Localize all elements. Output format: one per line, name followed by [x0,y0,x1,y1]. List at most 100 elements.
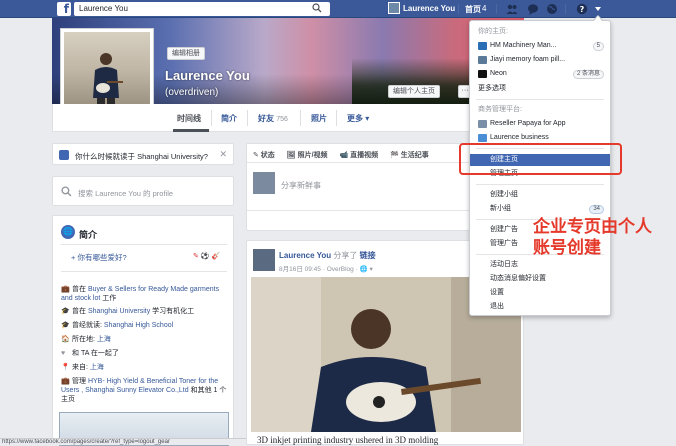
menu-item-page-hm-machinery[interactable]: HM Machinery Man... 5 [470,40,610,52]
menu-item-create-group[interactable]: 创建小组 [470,189,610,201]
menu-section-business: 商务管理平台: [478,106,522,113]
annotation-line-1: 企业专页由个人 [533,217,652,237]
composer-tab-photo-video[interactable]: 🖼 照片/视频 [287,152,328,159]
nav-divider [458,4,459,14]
nav-divider [565,4,566,14]
profile-search-input[interactable]: 搜索 Laurence You 的 profile [78,188,173,199]
menu-item-news-feed-preferences[interactable]: 动态消息偏好设置 [470,273,610,285]
menu-item-settings[interactable]: 设置 [470,287,610,299]
menu-item-new-groups[interactable]: 新小组 34 [470,203,610,215]
tab-about[interactable]: 简介 [221,113,237,124]
home-notification-count: 4 [482,4,487,13]
post-caption[interactable]: 3D inkjet printing industry ushered in 3… [257,435,438,445]
messages-icon[interactable] [527,3,539,15]
tab-friends-label: 好友 [258,114,274,123]
divider [476,184,604,185]
school-prompt-text: 你什么时候就读于 Shanghai University? [75,152,208,161]
avatar[interactable] [253,249,275,271]
profile-tabs-bar: 时间线 简介 好友 756 照片 更多 ▾ [52,104,524,132]
help-icon[interactable]: ? [576,3,588,15]
notifications-globe-icon[interactable] [546,3,558,15]
menu-item-reseller-papaya[interactable]: Reseller Papaya for App [470,118,610,130]
add-hobbies-link[interactable]: + 你有哪些爱好? [71,252,127,263]
graduation-cap-icon: 🎓 [61,322,70,329]
tab-divider [247,110,248,126]
nav-divider [496,4,497,14]
menu-item-activity-log[interactable]: 活动日志 [470,259,610,271]
intro-card: 🌐 简介 + 你有哪些爱好? ✎ ⚽ 🎸 💼 曾在 Buyer & Sellers… [52,215,234,446]
menu-item-page-jiayi[interactable]: Jiayi memory foam pill... [470,54,610,66]
search-icon [61,186,72,197]
menu-caret-fill [594,16,602,21]
post-author-link[interactable]: Laurence You [279,251,331,260]
briefcase-icon: 💼 [61,286,70,293]
composer-input[interactable]: 分享新鲜事 [281,180,321,191]
active-tab-indicator [173,129,209,132]
profile-nickname: (overdriven) [165,87,219,98]
search-icon[interactable] [312,3,322,13]
status-bar-url: https://www.facebook.com/pages/create/?r… [0,438,246,445]
pencil-icon [59,150,69,160]
info-work: 💼 曾在 Buyer & Sellers for Ready Made garme… [61,286,220,302]
menu-item-more-options[interactable]: 更多选项 [470,83,610,95]
briefcase-icon: 💼 [61,378,70,385]
edit-album-button[interactable]: 编辑相册 [167,47,205,60]
page-icon [478,70,487,78]
top-navigation-bar: f Laurence You Laurence You 首页 4 ? [0,0,676,18]
page-icon [478,42,487,50]
graduation-cap-icon: 🎓 [61,308,70,315]
tab-photos[interactable]: 照片 [311,113,327,124]
user-name-link[interactable]: Laurence You [403,4,455,13]
friends-count: 756 [276,116,288,123]
friend-requests-icon[interactable] [506,3,518,15]
high-school-link[interactable]: Shanghai High School [104,322,173,329]
facebook-logo-icon[interactable]: f [57,2,71,16]
composer-tab-life-event[interactable]: 🏁 生活纪事 [390,152,429,159]
profile-name: Laurence You [165,68,250,83]
location-link[interactable]: 上海 [97,336,111,343]
business-icon [478,120,487,128]
tab-divider [211,110,212,126]
composer-tabs: ✎ 状态 🖼 照片/视频 📹 直播视频 🏁 生活纪事 [253,150,439,160]
divider [61,271,227,272]
composer-tab-status[interactable]: ✎ 状态 [253,152,275,159]
hometown-link[interactable]: 上海 [90,364,104,371]
school-prompt-card[interactable]: 你什么时候就读于 Shanghai University? ✕ [52,143,234,165]
annotation-line-2: 账号创建 [533,238,601,258]
new-groups-badge: 34 [589,205,604,214]
intro-title: 简介 [79,230,98,240]
info-location: 🏠 所在地: 上海 [61,336,111,343]
divider [476,99,604,100]
messages-badge: 2 条消息 [572,70,604,79]
post-meta: 8月16日 09:45 · OverBlog · 🌐 ▾ [279,266,373,273]
info-education: 🎓 曾在 Shanghai University 学习有机化工 [61,308,195,315]
edit-profile-button[interactable]: 编辑个人主页 [388,85,440,98]
tab-friends[interactable]: 好友 756 [258,113,288,124]
post-link-word[interactable]: 链接 [360,251,376,260]
home-link[interactable]: 首页 [465,4,481,15]
account-menu-chevron-icon[interactable] [592,3,604,15]
notification-badge: 5 [592,42,604,51]
profile-search-card[interactable]: 搜索 Laurence You 的 profile [52,176,234,206]
user-avatar[interactable] [388,2,400,14]
globe-icon: 🌐 [61,225,75,239]
avatar [253,172,275,194]
info-manages: 💼 管理 HYB- High Yield & Beneficial Toner f… [61,378,227,403]
search-input[interactable]: Laurence You [74,2,330,16]
composer-tab-live-video[interactable]: 📹 直播视频 [340,152,379,159]
annotation-text: 企业专页由个人 账号创建 [533,217,652,259]
menu-item-page-neon[interactable]: Neon 2 条消息 [470,68,610,80]
tab-timeline[interactable]: 时间线 [177,113,201,124]
menu-section-your-pages: 你的主页: [478,28,508,35]
business-icon [478,134,487,142]
info-high-school: 🎓 曾经就读: Shanghai High School [61,322,174,329]
pin-icon: 📍 [61,364,70,371]
svg-text:?: ? [580,5,585,14]
close-icon[interactable]: ✕ [219,149,227,160]
university-link[interactable]: Shanghai University [88,308,150,315]
post-header: Laurence You 分享了 链接 [279,251,376,260]
menu-item-logout[interactable]: 退出 [470,301,610,313]
divider [61,244,227,245]
info-relationship: ♥ 和 TA 在一起了 [61,350,119,357]
tab-more[interactable]: 更多 ▾ [347,113,369,124]
